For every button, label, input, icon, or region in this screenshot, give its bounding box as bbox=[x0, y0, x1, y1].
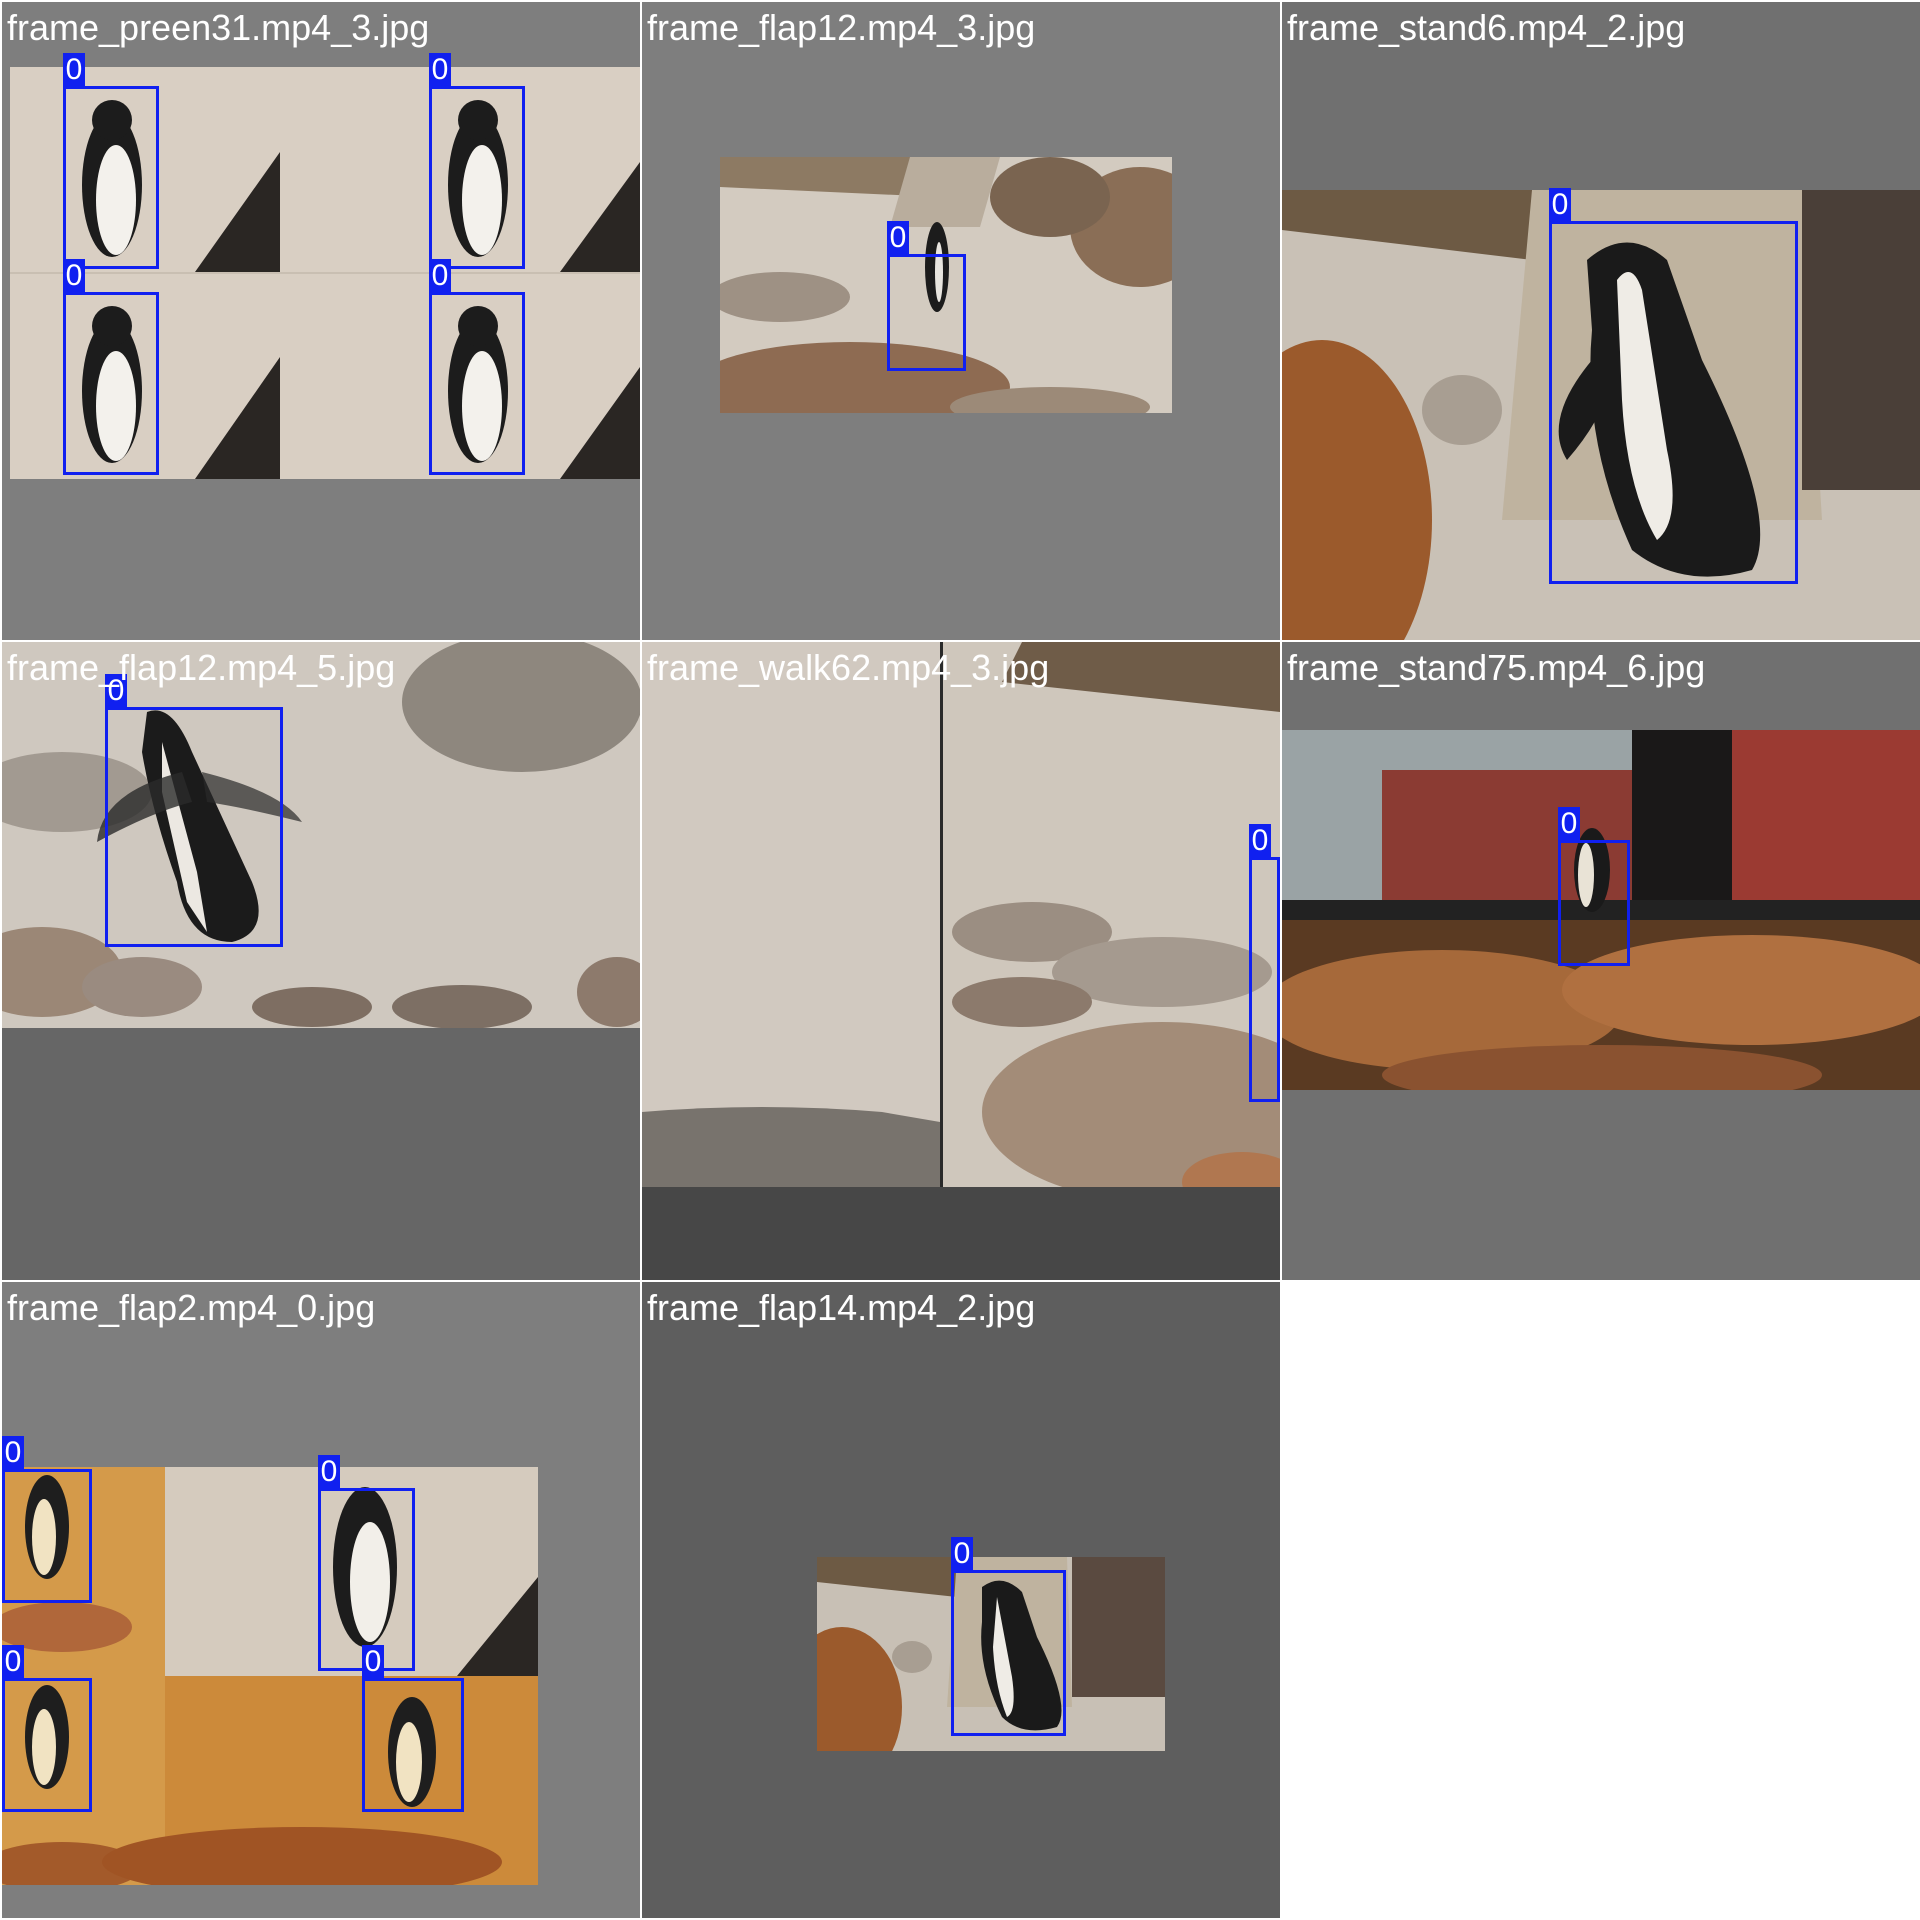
bounding-box bbox=[429, 86, 525, 269]
tile-flap12-5: frame_flap12.mp4_5.jpg 0 bbox=[2, 642, 640, 1280]
class-label: 0 bbox=[2, 1436, 24, 1470]
flapping-photo bbox=[2, 642, 640, 1028]
bounding-box bbox=[429, 292, 525, 475]
class-label: 0 bbox=[429, 259, 451, 293]
bounding-box bbox=[2, 1678, 92, 1812]
walk-scene bbox=[642, 642, 1280, 1187]
tile-caption: frame_walk62.mp4_3.jpg bbox=[647, 647, 1050, 688]
class-label: 0 bbox=[1558, 807, 1580, 841]
class-label: 0 bbox=[63, 259, 85, 293]
bounding-box bbox=[1558, 840, 1630, 966]
class-label: 0 bbox=[362, 1645, 384, 1679]
tile-flap14-2: frame_flap14.mp4_2.jpg 0 bbox=[642, 1282, 1280, 1918]
class-label: 0 bbox=[1549, 188, 1571, 222]
bounding-box bbox=[105, 707, 283, 947]
class-label: 0 bbox=[2, 1645, 24, 1679]
class-label: 0 bbox=[429, 53, 451, 87]
bounding-box bbox=[1249, 857, 1280, 1102]
tile-caption: frame_flap14.mp4_2.jpg bbox=[647, 1287, 1036, 1328]
tile-flap2-0: frame_flap2.mp4_0.jpg 0 0 0 0 bbox=[2, 1282, 640, 1918]
tile-caption: frame_preen31.mp4_3.jpg bbox=[7, 7, 430, 48]
class-label: 0 bbox=[887, 221, 909, 255]
flapping-scene bbox=[2, 642, 640, 1028]
tile-caption: frame_flap2.mp4_0.jpg bbox=[7, 1287, 376, 1328]
tile-caption: frame_flap12.mp4_5.jpg bbox=[7, 647, 396, 688]
empty-cell bbox=[1282, 1282, 1920, 1918]
bounding-box bbox=[63, 86, 159, 269]
training-batch-mosaic: frame_preen31.mp4_3.jpg 0 0 0 0 frame_fl… bbox=[0, 0, 1920, 1920]
tile-caption: frame_stand75.mp4_6.jpg bbox=[1287, 647, 1706, 688]
bounding-box bbox=[318, 1488, 415, 1671]
tile-walk62-3: frame_walk62.mp4_3.jpg 0 bbox=[642, 642, 1280, 1280]
class-label: 0 bbox=[318, 1455, 340, 1489]
tile-stand75-6: frame_stand75.mp4_6.jpg 0 bbox=[1282, 642, 1920, 1280]
bounding-box bbox=[887, 254, 966, 371]
class-label: 0 bbox=[1249, 824, 1271, 858]
tile-flap12-3: frame_flap12.mp4_3.jpg 0 bbox=[642, 2, 1280, 640]
class-label: 0 bbox=[951, 1537, 973, 1571]
tile-caption: frame_stand6.mp4_2.jpg bbox=[1287, 7, 1686, 48]
walk-photo bbox=[642, 642, 1280, 1187]
tile-preen31-3: frame_preen31.mp4_3.jpg 0 0 0 0 bbox=[2, 2, 640, 640]
tile-stand6-2: frame_stand6.mp4_2.jpg 0 bbox=[1282, 2, 1920, 640]
bounding-box bbox=[951, 1570, 1066, 1736]
bounding-box bbox=[2, 1469, 92, 1603]
bounding-box bbox=[1549, 221, 1798, 584]
bounding-box bbox=[63, 292, 159, 475]
class-label: 0 bbox=[63, 53, 85, 87]
tile-caption: frame_flap12.mp4_3.jpg bbox=[647, 7, 1036, 48]
bounding-box bbox=[362, 1678, 464, 1812]
